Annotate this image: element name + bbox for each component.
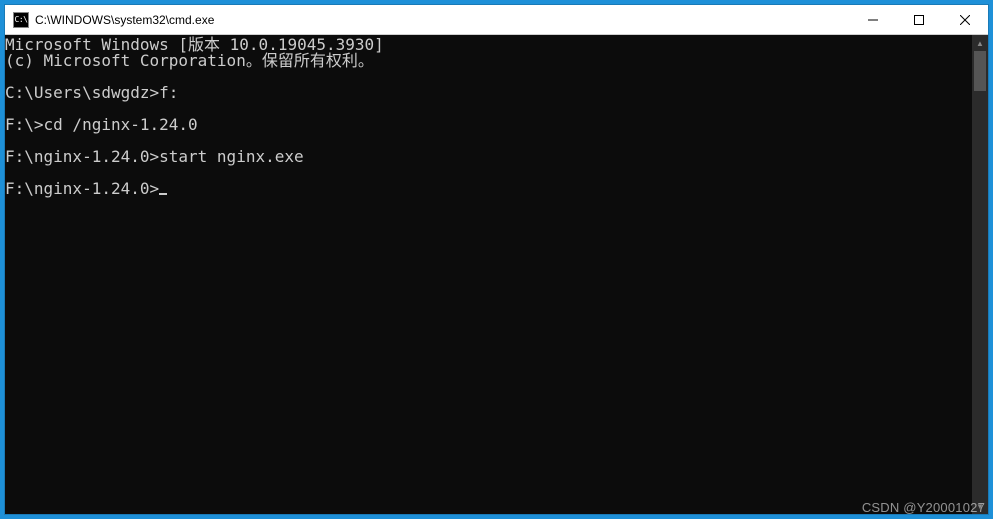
vertical-scrollbar[interactable]: ▲ ▼ — [972, 35, 988, 514]
scroll-down-icon[interactable]: ▼ — [972, 498, 988, 514]
scroll-up-icon[interactable]: ▲ — [972, 35, 988, 51]
desktop-background: C:\ C:\WINDOWS\system32\cmd.exe Microsof… — [0, 0, 993, 519]
window-controls — [850, 5, 988, 34]
console-line: C:\Users\sdwgdz>f: — [5, 85, 972, 101]
minimize-button[interactable] — [850, 5, 896, 34]
console-line: F:\>cd /nginx-1.24.0 — [5, 117, 972, 133]
close-button[interactable] — [942, 5, 988, 34]
scroll-thumb[interactable] — [974, 51, 986, 91]
minimize-icon — [868, 15, 878, 25]
console-line: F:\nginx-1.24.0>start nginx.exe — [5, 149, 972, 165]
close-icon — [960, 15, 970, 25]
maximize-icon — [914, 15, 924, 25]
maximize-button[interactable] — [896, 5, 942, 34]
console-line: F:\nginx-1.24.0> — [5, 181, 972, 197]
console-area: Microsoft Windows [版本 10.0.19045.3930](c… — [5, 35, 988, 514]
console-line: (c) Microsoft Corporation。保留所有权利。 — [5, 53, 972, 69]
console-output[interactable]: Microsoft Windows [版本 10.0.19045.3930](c… — [5, 35, 972, 514]
titlebar[interactable]: C:\ C:\WINDOWS\system32\cmd.exe — [5, 5, 988, 35]
text-cursor — [159, 193, 167, 195]
cmd-icon: C:\ — [13, 12, 29, 28]
cmd-window: C:\ C:\WINDOWS\system32\cmd.exe Microsof… — [5, 5, 988, 514]
window-title: C:\WINDOWS\system32\cmd.exe — [35, 13, 850, 27]
